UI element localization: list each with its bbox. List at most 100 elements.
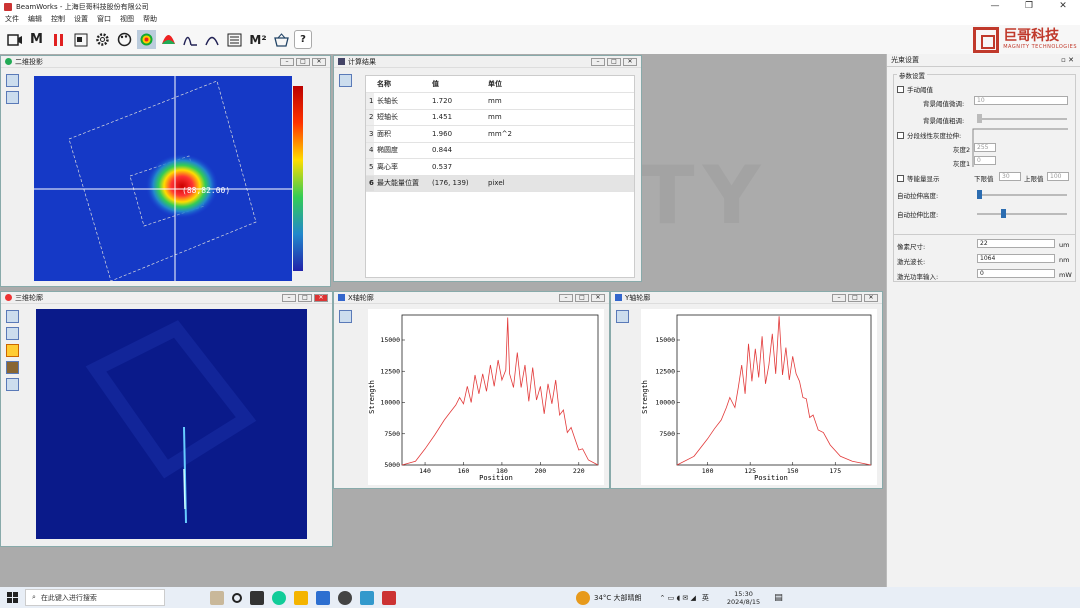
menu-control[interactable]: 控制 — [51, 14, 65, 24]
video-icon[interactable] — [5, 30, 24, 49]
taskbar-search[interactable]: ⌕ 在此键入进行搜索 — [25, 589, 165, 606]
save-icon[interactable] — [5, 310, 19, 323]
menu-window[interactable]: 窗口 — [97, 14, 111, 24]
edge-icon[interactable] — [272, 590, 286, 605]
auto-height-slider[interactable] — [977, 190, 1067, 199]
color-map-icon[interactable] — [5, 74, 19, 87]
win-close-button[interactable]: ✕ — [314, 294, 328, 302]
beamworks-task-icon[interactable] — [382, 590, 396, 605]
win-close-button[interactable]: ✕ — [591, 294, 605, 302]
equal-energy-checkbox[interactable]: 等能量显示 — [897, 173, 940, 183]
notification-icon[interactable]: ▤ — [774, 593, 783, 603]
palette-icon[interactable] — [115, 30, 134, 49]
report-icon[interactable] — [71, 30, 90, 49]
table-row[interactable]: 1 长轴长 1.720 mm — [366, 92, 634, 110]
menu-edit[interactable]: 编辑 — [28, 14, 42, 24]
3d-view-icon[interactable] — [159, 30, 178, 49]
window-x-profile[interactable]: X轴轮廓 – □ ✕ 140 160 180 200 220 5000 7500 10000 125… — [333, 291, 610, 489]
win-min-button[interactable]: – — [280, 58, 294, 66]
wavelength-input[interactable]: 1064 — [977, 254, 1055, 263]
table-row[interactable]: 2 短轴长 1.451 mm — [366, 109, 634, 126]
close-button[interactable]: ✕ — [1046, 0, 1080, 13]
table-row[interactable]: 3 面积 1.960 mm^2 — [366, 125, 634, 143]
title-bar: BeamWorks - 上海巨哥科技股份有限公司 — ❐ ✕ — [0, 0, 1080, 13]
bg-coarse-slider[interactable] — [977, 114, 1067, 123]
gray2-input[interactable]: 255 — [974, 143, 996, 152]
help-button[interactable]: ? — [294, 30, 312, 49]
windows-start-icon[interactable] — [7, 592, 18, 603]
time: 15:30 — [734, 589, 753, 598]
win-min-button[interactable]: – — [591, 58, 605, 66]
power-unit: mW — [1059, 271, 1072, 279]
widgets-icon[interactable] — [250, 590, 264, 605]
bow-icon[interactable] — [5, 361, 19, 374]
bg-fine-label: 背景阈值微调: — [923, 100, 965, 108]
upper-input[interactable]: 100 — [1047, 172, 1069, 181]
measure-button[interactable]: M — [27, 30, 46, 49]
save-icon[interactable] — [615, 310, 629, 323]
auto-ratio-slider[interactable] — [977, 209, 1067, 218]
folder-icon[interactable] — [294, 590, 308, 605]
win-max-button[interactable]: □ — [848, 294, 862, 302]
win-min-button[interactable]: – — [559, 294, 573, 302]
pause-icon[interactable] — [49, 30, 68, 49]
save-icon[interactable] — [338, 74, 352, 87]
x-profile-icon[interactable] — [181, 30, 200, 49]
maximize-button[interactable]: ❐ — [1012, 0, 1046, 13]
win-close-button[interactable]: ✕ — [623, 58, 637, 66]
window-2d-projection[interactable]: 二维投影 – □ ✕ (88,82.00) — [0, 55, 331, 287]
piecewise-checkbox[interactable]: 分段线性灰度拉伸: — [897, 130, 961, 140]
gray1-label: 灰度1 — [953, 160, 971, 168]
win-max-button[interactable]: □ — [296, 58, 310, 66]
y-profile-icon[interactable] — [203, 30, 222, 49]
table-row[interactable]: 6 最大能量位置 (176, 139) pixel — [366, 175, 634, 192]
task-view-icon[interactable] — [232, 592, 242, 603]
win-max-button[interactable]: □ — [575, 294, 589, 302]
y-profile-chart: 100 125 150 1757500100001250015000 Position… — [641, 309, 877, 485]
app-icon-blue[interactable] — [360, 590, 374, 605]
win-min-button[interactable]: – — [282, 294, 296, 302]
3d-plot-area — [36, 309, 307, 539]
param-group-title: 参数设置 — [897, 70, 927, 80]
bg-fine-spinbox[interactable]: 10 — [974, 96, 1068, 105]
table-icon[interactable] — [225, 30, 244, 49]
window-y-profile[interactable]: Y轴轮廓 – □ ✕ 100 125 150 175 7500 10000 12500 15000… — [610, 291, 883, 489]
lower-input[interactable]: 30 — [999, 172, 1021, 181]
gear-icon[interactable] — [93, 30, 112, 49]
window-results[interactable]: 计算结果 – □ ✕ 名称 值 单位 1 长轴长 1.720 mm 2 短轴长 1.451 mm… — [333, 55, 642, 282]
input-lang[interactable]: 英 — [702, 593, 709, 603]
weather-icon — [576, 590, 590, 605]
clock[interactable]: 15:30 2024/8/15 — [727, 590, 760, 606]
basket-icon[interactable] — [272, 30, 291, 49]
table-row[interactable]: 4 椭圆度 0.844 — [366, 142, 634, 159]
menu-file[interactable]: 文件 — [5, 14, 19, 24]
rainbow-icon[interactable] — [5, 91, 19, 104]
cone-icon[interactable] — [5, 344, 19, 357]
mail-icon[interactable] — [316, 590, 330, 605]
settings-icon[interactable] — [338, 590, 352, 605]
power-input[interactable]: 0 — [977, 269, 1055, 278]
gray1-input[interactable]: 0 — [974, 156, 996, 165]
table-row[interactable]: 5 离心率 0.537 — [366, 158, 634, 176]
y-window-icon — [615, 294, 622, 301]
win-max-button[interactable]: □ — [298, 294, 312, 302]
gray2-label: 灰度2 — [953, 146, 971, 154]
pixel-size-select[interactable]: 22 — [977, 239, 1055, 248]
minimize-button[interactable]: — — [978, 0, 1012, 13]
win-min-button[interactable]: – — [832, 294, 846, 302]
panel-pin-icon[interactable]: ▫ ✕ — [1061, 56, 1074, 64]
win-close-button[interactable]: ✕ — [312, 58, 326, 66]
menu-view[interactable]: 视图 — [120, 14, 134, 24]
manual-threshold-checkbox[interactable]: 手动阈值 — [897, 84, 933, 94]
window-3d-profile[interactable]: 三维轮廓 – □ ✕ — [0, 291, 333, 547]
tray-icons[interactable]: ⌃ ▭ ◖ ✉ ◢ — [660, 594, 696, 602]
m2-button[interactable]: M² — [247, 30, 269, 49]
menu-help[interactable]: 帮助 — [143, 14, 157, 24]
2d-view-icon[interactable] — [137, 30, 156, 49]
save-icon[interactable] — [338, 310, 352, 323]
menu-settings[interactable]: 设置 — [74, 14, 88, 24]
win-max-button[interactable]: □ — [607, 58, 621, 66]
fit-view-icon[interactable] — [5, 378, 19, 391]
win-close-button[interactable]: ✕ — [864, 294, 878, 302]
cube-icon[interactable] — [5, 327, 19, 340]
